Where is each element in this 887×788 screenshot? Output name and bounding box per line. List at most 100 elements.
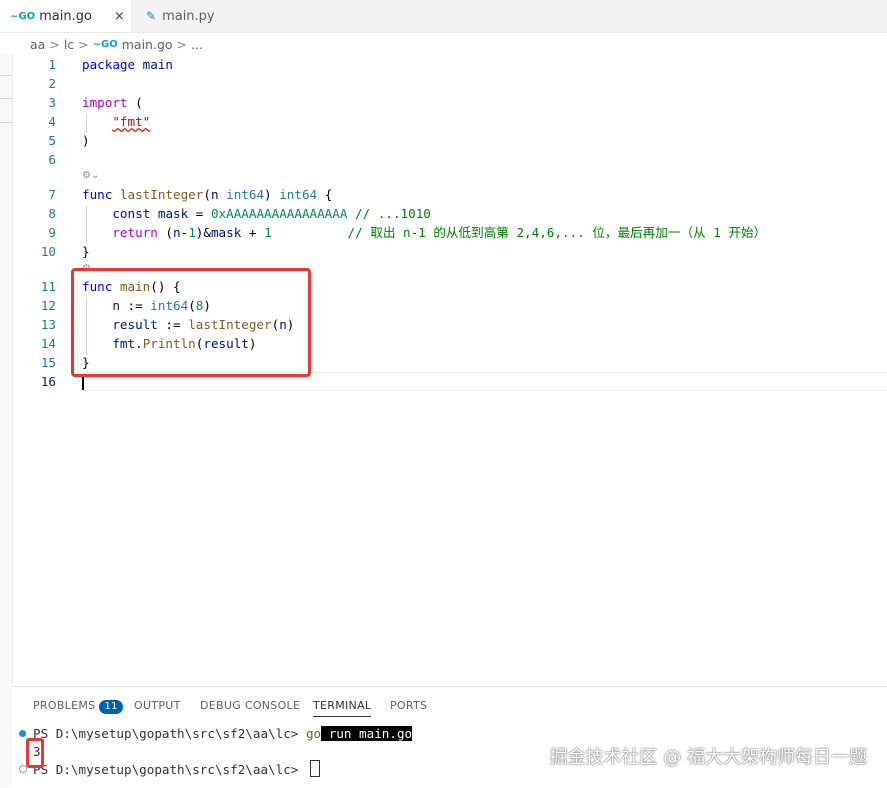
tab-label: OUTPUT (134, 699, 181, 712)
line-number: 11 (40, 279, 56, 294)
code-token: // ...1010 (355, 206, 431, 221)
breadcrumb-item[interactable]: aa (30, 37, 45, 52)
code-token: return (112, 225, 158, 240)
indent-guide (86, 206, 87, 244)
breadcrumb: aa > lc > ~GO main.go > ... (30, 34, 203, 54)
line-number: 16 (40, 374, 56, 389)
tab-label: main.py (162, 8, 215, 24)
command-success-icon[interactable] (19, 730, 26, 737)
code-token: 0xAAAAAAAAAAAAAAAA (210, 206, 348, 221)
terminal-prompt: PS D:\mysetup\gopath\src\sf2\aa\lc> (33, 726, 306, 741)
tab-label: PORTS (390, 699, 428, 712)
line-number: 2 (48, 76, 56, 91)
code-line[interactable]: 5) (0, 131, 887, 150)
tab-ports[interactable]: PORTS (390, 699, 427, 712)
code-token: "fmt" (112, 114, 151, 129)
code-line[interactable]: 4 "fmt" (0, 112, 887, 131)
codelens-icon[interactable]: ⚙⌄ (82, 169, 99, 183)
code-token: ( (203, 187, 211, 202)
terminal-line: PS D:\mysetup\gopath\src\sf2\aa\lc> go r… (33, 725, 413, 743)
tab-main-go[interactable]: ~GO main.go × (0, 0, 132, 32)
tab-label: TERMINAL (313, 699, 372, 712)
breadcrumb-item[interactable]: lc (64, 37, 74, 52)
code-token: mask (157, 206, 189, 221)
annotation-highlight-box (71, 268, 311, 377)
annotation-result-box (26, 738, 44, 768)
terminal-command: go (305, 726, 322, 741)
terminal-line[interactable]: PS D:\mysetup\gopath\src\sf2\aa\lc> (33, 760, 320, 778)
code-token: = (188, 206, 211, 221)
problems-count-badge: 11 (99, 700, 123, 714)
code-token: ( (157, 225, 174, 240)
code-token: )& (195, 225, 211, 240)
code-token: mask (210, 225, 242, 240)
code-text: "fmt" (82, 112, 150, 131)
go-file-icon: ~GO (92, 38, 118, 50)
code-line[interactable]: 6 (0, 150, 887, 169)
code-token: // 取出 n-1 的从低到高第 2,4,6,... 位，最后再加一（从 1 开… (347, 225, 767, 240)
line-number: 12 (40, 298, 56, 313)
line-number: 6 (48, 152, 56, 167)
code-token: lastInteger (119, 187, 204, 202)
tab-problems[interactable]: PROBLEMS 11 (33, 699, 123, 714)
close-icon[interactable]: × (114, 9, 125, 24)
code-line[interactable]: 1 package main (0, 55, 887, 74)
code-token: int64 (226, 187, 265, 202)
tab-debug-console[interactable]: DEBUG CONSOLE (200, 699, 300, 712)
code-line[interactable]: 7 func lastInteger(n int64) int64 { (0, 185, 887, 204)
breadcrumb-item[interactable]: ... (191, 37, 203, 52)
line-number: 8 (48, 206, 56, 221)
code-text: const mask = 0xAAAAAAAAAAAAAAAA // ...10… (82, 204, 431, 223)
line-number: 4 (48, 114, 56, 129)
code-line[interactable]: 3 import ( (0, 93, 887, 112)
line-number: 13 (40, 317, 56, 332)
line-number: 15 (40, 355, 56, 370)
indent-guide (86, 114, 87, 133)
editor-tab-bar: ~GO main.go × ✎ main.py (0, 0, 887, 33)
tab-main-py[interactable]: ✎ main.py (136, 0, 256, 32)
code-token: } (82, 244, 90, 259)
code-token: ( (127, 95, 143, 110)
code-token: { (317, 187, 333, 202)
line-number: 5 (48, 133, 56, 148)
code-token: func (82, 187, 113, 202)
code-text: return (n-1)&mask + 1 // 取出 n-1 的从低到高第 2… (82, 223, 766, 242)
code-text: package main (82, 55, 173, 74)
code-text: import ( (82, 93, 143, 112)
line-number: 1 (48, 57, 56, 72)
line-number: 14 (40, 336, 56, 351)
tab-label: PROBLEMS (33, 699, 96, 712)
line-number: 9 (48, 225, 56, 240)
line-number: 10 (40, 244, 56, 259)
code-token: ) (82, 133, 90, 148)
code-line[interactable]: 10} (0, 242, 887, 261)
terminal-command-selected: run main.go (321, 726, 413, 741)
chevron-right-icon: > (78, 36, 89, 52)
code-token: 1 (188, 225, 196, 240)
chevron-right-icon: > (176, 36, 188, 52)
code-token: const (112, 206, 151, 221)
code-token: package (82, 57, 136, 72)
code-line[interactable]: 9 return (n-1)&mask + 1 // 取出 n-1 的从低到高第… (0, 223, 887, 242)
terminal-cursor (309, 760, 320, 777)
tab-output[interactable]: OUTPUT (134, 699, 181, 712)
line-number: 3 (48, 95, 56, 110)
code-token: import (82, 95, 128, 110)
code-text: ) (82, 131, 90, 150)
code-line[interactable]: 8 const mask = 0xAAAAAAAAAAAAAAAA // ...… (0, 204, 887, 223)
code-token: main (142, 57, 174, 72)
code-text: } (82, 242, 90, 261)
tab-terminal[interactable]: TERMINAL (313, 699, 372, 717)
code-token: ) (264, 187, 280, 202)
code-token: n (173, 225, 181, 240)
code-line[interactable]: 2 (0, 74, 887, 93)
watermark: 掘金技术社区 @ 福大大架构师每日一题 (549, 747, 867, 768)
tab-label: main.go (39, 8, 92, 24)
breadcrumb-item[interactable]: main.go (122, 37, 173, 52)
line-number: 7 (48, 187, 56, 202)
